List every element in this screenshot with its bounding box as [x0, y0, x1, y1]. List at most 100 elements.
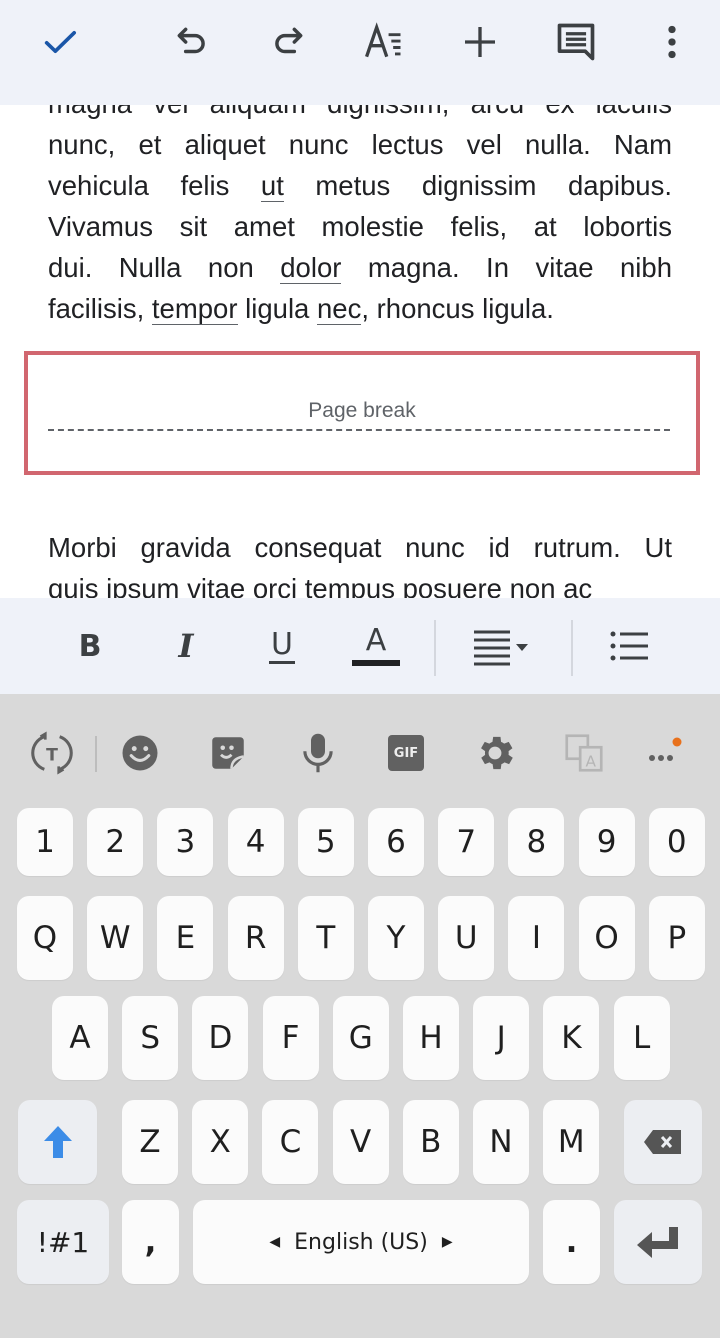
- undo-icon: [177, 27, 205, 54]
- space-key[interactable]: ◀ English (US) ▶: [193, 1200, 529, 1284]
- key-4[interactable]: 4: [227, 808, 284, 876]
- spellcheck-underlined-word[interactable]: ut: [260, 170, 284, 202]
- shift-key[interactable]: [18, 1100, 97, 1184]
- key-h[interactable]: H: [403, 996, 459, 1080]
- key-g[interactable]: G: [332, 996, 389, 1080]
- comma-key[interactable]: ,: [122, 1200, 179, 1284]
- keyboard: T GIF A 1234567890 QWERTYUIOP ASDFGHJKL …: [0, 694, 720, 1338]
- bulleted-list-button[interactable]: [600, 618, 660, 674]
- key-u[interactable]: U: [438, 896, 495, 980]
- page-break-line: [48, 429, 670, 431]
- emoji-button[interactable]: [114, 728, 166, 778]
- enter-icon: [637, 1227, 678, 1258]
- emoji-icon: [122, 735, 158, 771]
- more-keyboard-options-button[interactable]: [638, 728, 690, 778]
- key-a[interactable]: A: [52, 996, 108, 1080]
- backspace-key[interactable]: [624, 1100, 702, 1184]
- key-7[interactable]: 7: [438, 808, 495, 876]
- key-3[interactable]: 3: [157, 808, 214, 876]
- check-icon: [44, 31, 76, 54]
- spellcheck-underlined-word[interactable]: tempor: [151, 293, 238, 325]
- key-c[interactable]: C: [262, 1100, 319, 1184]
- translate-toggle-icon: T: [31, 731, 73, 775]
- key-o[interactable]: O: [578, 896, 635, 980]
- text-line: quis ipsum vitae orci tempus posuere non…: [48, 573, 593, 598]
- key-p[interactable]: P: [648, 896, 705, 980]
- microphone-icon: [303, 733, 333, 773]
- text-format-button[interactable]: [356, 14, 412, 70]
- settings-icon: [481, 736, 513, 770]
- key-w[interactable]: W: [87, 896, 144, 980]
- spellcheck-underlined-word[interactable]: dolor: [280, 252, 342, 284]
- paragraph[interactable]: magna vel aliquam dignissim, arcu ex iac…: [48, 105, 672, 329]
- underline-button[interactable]: U: [252, 618, 312, 674]
- redo-button[interactable]: [260, 14, 316, 70]
- more-options-button[interactable]: [644, 14, 700, 70]
- language-label: English (US): [294, 1229, 428, 1255]
- enter-key[interactable]: [614, 1200, 702, 1284]
- key-q[interactable]: Q: [17, 896, 73, 980]
- key-j[interactable]: J: [473, 996, 530, 1080]
- key-y[interactable]: Y: [368, 896, 424, 980]
- undo-button[interactable]: [164, 14, 220, 70]
- document-body[interactable]: magna vel aliquam dignissim, arcu ex iac…: [0, 105, 720, 598]
- settings-button[interactable]: [469, 728, 521, 778]
- done-button[interactable]: [32, 14, 88, 70]
- text-line: dui. Nulla non dolor magna. In vitae nib…: [48, 252, 672, 284]
- text-color-button[interactable]: A: [346, 618, 406, 674]
- language-prev-icon: ◀: [269, 1234, 281, 1250]
- italic-button[interactable]: I: [156, 618, 216, 674]
- key-l[interactable]: L: [613, 996, 670, 1080]
- key-s[interactable]: S: [122, 996, 179, 1080]
- key-r[interactable]: R: [227, 896, 284, 980]
- key-8[interactable]: 8: [508, 808, 565, 876]
- text-line: nunc, et aliquet nunc lectus vel nulla. …: [48, 129, 672, 160]
- gif-button[interactable]: GIF: [380, 728, 432, 778]
- key-i[interactable]: I: [508, 896, 565, 980]
- svg-text:A: A: [585, 752, 596, 770]
- key-z[interactable]: Z: [122, 1100, 178, 1184]
- align-button[interactable]: [470, 618, 540, 674]
- bold-icon: B: [78, 628, 102, 664]
- page-break-highlight: Page break: [24, 351, 700, 475]
- key-x[interactable]: X: [192, 1100, 249, 1184]
- italic-icon: I: [178, 627, 194, 665]
- key-9[interactable]: 9: [578, 808, 635, 876]
- text-format-icon: [365, 22, 401, 58]
- key-d[interactable]: D: [192, 996, 249, 1080]
- key-b[interactable]: B: [402, 1100, 459, 1184]
- key-6[interactable]: 6: [368, 808, 424, 876]
- period-key[interactable]: .: [543, 1200, 600, 1284]
- sticker-button[interactable]: [202, 728, 254, 778]
- key-e[interactable]: E: [157, 896, 214, 980]
- key-n[interactable]: N: [473, 1100, 529, 1184]
- paragraph[interactable]: Morbi gravida consequat nunc id rutrum. …: [48, 527, 672, 598]
- redo-icon: [275, 27, 303, 54]
- key-k[interactable]: K: [543, 996, 600, 1080]
- translate-icon: A: [565, 734, 603, 772]
- key-2[interactable]: 2: [87, 808, 144, 876]
- divider: [434, 620, 436, 676]
- comment-button[interactable]: [548, 14, 604, 70]
- key-5[interactable]: 5: [297, 808, 354, 876]
- bold-button[interactable]: B: [60, 618, 120, 674]
- key-f[interactable]: F: [262, 996, 319, 1080]
- key-t[interactable]: T: [297, 896, 354, 980]
- page-break-label[interactable]: Page break: [28, 399, 696, 423]
- voice-input-button[interactable]: [292, 728, 344, 778]
- insert-button[interactable]: [452, 14, 508, 70]
- translate-button[interactable]: A: [558, 728, 610, 778]
- align-justify-icon: [474, 630, 528, 666]
- key-v[interactable]: V: [332, 1100, 389, 1184]
- plus-icon: [465, 27, 495, 57]
- translate-toggle-button[interactable]: T: [26, 728, 78, 778]
- text-line: facilisis, tempor ligula nec, rhoncus li…: [48, 293, 554, 325]
- key-0[interactable]: 0: [648, 808, 705, 876]
- comment-icon: [557, 23, 595, 61]
- key-1[interactable]: 1: [17, 808, 73, 876]
- key-m[interactable]: M: [543, 1100, 600, 1184]
- symbols-key[interactable]: !#1: [17, 1200, 109, 1284]
- spellcheck-underlined-word[interactable]: nec: [317, 293, 362, 325]
- language-next-icon: ▶: [441, 1234, 453, 1250]
- text-line: Vivamus sit amet molestie felis, at lobo…: [48, 211, 672, 242]
